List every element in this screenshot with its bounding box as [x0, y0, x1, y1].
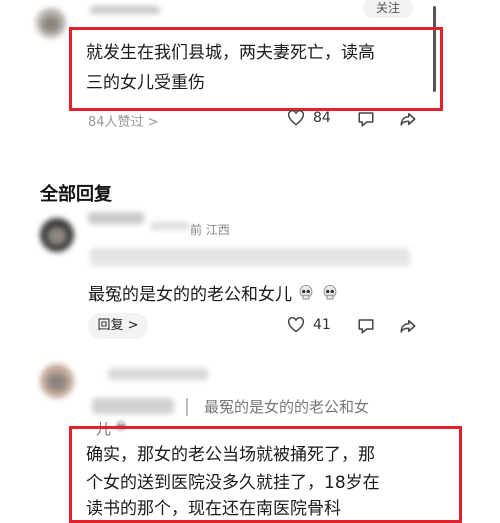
skull-emoji — [300, 285, 313, 300]
reply-button[interactable]: 回复 > — [88, 313, 148, 339]
follow-button[interactable]: 关注 — [363, 0, 413, 18]
quoted-user-redacted — [92, 398, 174, 414]
avatar[interactable] — [36, 8, 66, 38]
like-count: 41 — [313, 317, 331, 333]
comment-text-line: 三的女儿受重伤 — [86, 73, 205, 93]
quote-divider — [186, 398, 188, 416]
username-redacted — [150, 222, 190, 230]
share-icon[interactable] — [399, 110, 417, 128]
like-count: 84 — [313, 110, 331, 126]
avatar[interactable] — [40, 364, 74, 398]
heart-icon — [287, 317, 305, 333]
comment-icon[interactable] — [357, 317, 375, 335]
username-redacted — [90, 6, 160, 14]
share-icon[interactable] — [399, 317, 417, 335]
replies-header: 全部回复 — [40, 184, 112, 205]
like-button[interactable]: 41 — [287, 317, 331, 333]
comment-text-line: 就发生在我们县城，两夫妻死亡，读高 — [86, 43, 375, 63]
reply-text: 最冤的是女的的老公和女儿 — [88, 280, 339, 310]
username-redacted — [108, 368, 208, 380]
likes-summary[interactable]: 84人赞过 > — [88, 111, 159, 130]
username-redacted — [88, 212, 144, 224]
comment-icon[interactable] — [357, 110, 375, 128]
reply-time-location: 前 江西 — [190, 223, 230, 237]
reply-text-content: 最冤的是女的的老公和女儿 — [88, 285, 292, 305]
heart-icon — [287, 110, 305, 126]
avatar[interactable] — [40, 218, 74, 252]
reply-text-line: 确实，那女的老公当场就被捅死了，那 — [86, 445, 375, 465]
reply-text-line: 读书的那个，现在还在南医院骨科 — [86, 499, 341, 519]
like-button[interactable]: 84 — [287, 110, 331, 126]
quoted-reply-redacted — [90, 248, 410, 266]
skull-emoji — [323, 285, 337, 300]
quoted-text-line: 最冤的是女的的老公和女 — [204, 398, 370, 416]
